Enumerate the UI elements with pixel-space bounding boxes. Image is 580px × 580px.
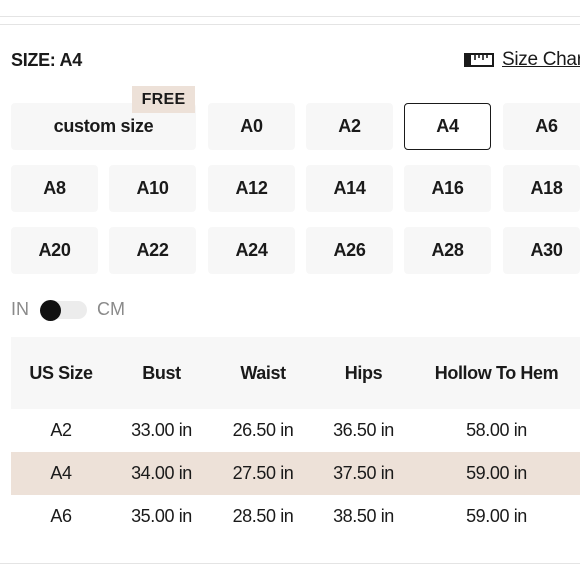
size-option-a6[interactable]: A6 — [503, 103, 580, 150]
size-option-label: A16 — [431, 178, 464, 198]
size-option-label: A30 — [530, 240, 563, 260]
size-option-label: A6 — [535, 116, 558, 136]
size-option-a10[interactable]: A10 — [109, 165, 196, 212]
cell-bust: 34.00 in — [131, 463, 192, 483]
size-option-a4[interactable]: A4 — [404, 103, 491, 150]
size-option-label: A18 — [530, 178, 563, 198]
header-us-size: US Size — [29, 362, 93, 383]
size-chart-label: Size Chart — [502, 49, 580, 70]
cell-bust: 35.00 in — [131, 506, 192, 526]
top-divider-secondary — [0, 24, 580, 25]
header-waist: Waist — [240, 362, 286, 383]
size-option-label: A14 — [333, 178, 366, 198]
cell-hips: 37.50 in — [333, 463, 394, 483]
header-bust: Bust — [142, 362, 181, 383]
table-header: US Size Bust Waist Hips Hollow To Hem — [11, 337, 580, 409]
cell-bust: 33.00 in — [131, 420, 192, 440]
size-option-label: A24 — [235, 240, 268, 260]
cell-hips: 38.50 in — [333, 506, 394, 526]
table-row-highlighted: A4 34.00 in 27.50 in 37.50 in 59.00 in — [11, 452, 580, 495]
size-option-a26[interactable]: A26 — [306, 227, 393, 274]
toggle-knob — [40, 300, 61, 321]
cell-hips: 36.50 in — [333, 420, 394, 440]
size-option-a18[interactable]: A18 — [503, 165, 580, 212]
unit-toggle[interactable] — [40, 300, 87, 321]
unit-label-in: IN — [11, 299, 29, 319]
ruler-icon — [464, 53, 494, 67]
size-option-a2[interactable]: A2 — [306, 103, 393, 150]
table-row: A2 33.00 in 26.50 in 36.50 in 58.00 in — [11, 409, 580, 452]
cell-waist: 27.50 in — [232, 463, 294, 483]
cell-hollow-to-hem: 59.00 in — [466, 463, 527, 483]
size-option-a12[interactable]: A12 — [208, 165, 295, 212]
header-hips: Hips — [344, 362, 383, 383]
selected-size-label: SIZE: A4 — [11, 50, 82, 70]
size-option-a28[interactable]: A28 — [404, 227, 491, 274]
size-option-label: A22 — [136, 240, 169, 260]
cell-size: A4 — [50, 463, 72, 483]
size-option-label: A0 — [240, 116, 263, 136]
size-option-label: A8 — [43, 178, 66, 198]
unit-label-cm: CM — [97, 299, 125, 319]
size-option-a24[interactable]: A24 — [208, 227, 295, 274]
size-option-a14[interactable]: A14 — [306, 165, 393, 212]
size-option-a20[interactable]: A20 — [11, 227, 98, 274]
size-option-label: A4 — [436, 116, 459, 136]
size-option-a22[interactable]: A22 — [109, 227, 196, 274]
table-row: A6 35.00 in 28.50 in 38.50 in 59.00 in — [11, 495, 580, 538]
size-option-label: A10 — [136, 178, 169, 198]
cell-hollow-to-hem: 59.00 in — [466, 506, 527, 526]
size-chart-table: US Size Bust Waist Hips Hollow To Hem A2… — [11, 337, 580, 538]
size-chart-link[interactable]: Size Chart — [464, 49, 580, 71]
size-option-label: A2 — [338, 116, 361, 136]
size-option-a8[interactable]: A8 — [11, 165, 98, 212]
bottom-divider — [0, 563, 580, 564]
cell-size: A2 — [50, 420, 72, 440]
size-option-label: A12 — [235, 178, 268, 198]
header-hollow-to-hem: Hollow To Hem — [434, 362, 559, 383]
cell-waist: 26.50 in — [232, 420, 294, 440]
size-option-label: A20 — [38, 240, 71, 260]
size-option-label: A26 — [333, 240, 366, 260]
cell-hollow-to-hem: 58.00 in — [466, 420, 527, 440]
cell-size: A6 — [50, 506, 72, 526]
top-divider — [0, 16, 580, 17]
size-option-label: custom size — [53, 116, 154, 136]
free-badge: FREE — [132, 86, 195, 113]
size-option-a30[interactable]: A30 — [503, 227, 580, 274]
size-option-a16[interactable]: A16 — [404, 165, 491, 212]
cell-waist: 28.50 in — [232, 506, 294, 526]
size-option-a0[interactable]: A0 — [208, 103, 295, 150]
size-option-label: A28 — [431, 240, 464, 260]
